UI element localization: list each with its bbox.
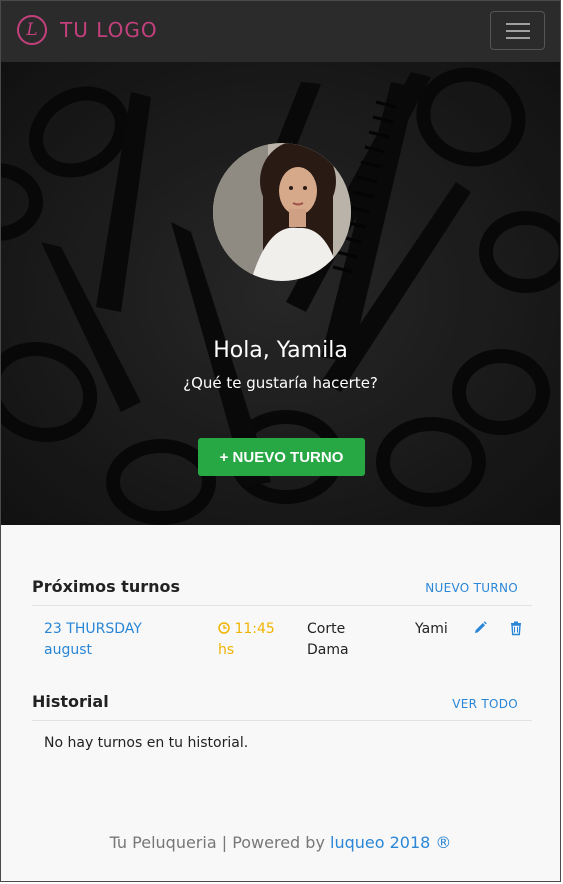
view-all-link[interactable]: VER TODO: [452, 697, 518, 711]
clock-icon: [218, 622, 230, 634]
brand[interactable]: L TU LOGO: [17, 15, 158, 45]
pencil-icon[interactable]: [472, 620, 488, 636]
new-appointment-link[interactable]: NUEVO TURNO: [425, 581, 518, 595]
appointment-date[interactable]: 23 THURSDAY august: [44, 619, 194, 661]
hero-banner: Hola, Yamila ¿Qué te gustaría hacerte? +…: [1, 62, 560, 525]
footer-text: Tu Peluqueria | Powered by: [109, 833, 331, 852]
appointment-time: 11:45 hs: [218, 621, 275, 658]
brand-name: TU LOGO: [60, 18, 158, 42]
greeting-heading: Hola, Yamila: [213, 338, 348, 363]
footer-link[interactable]: luqueo 2018 ®: [330, 833, 451, 852]
navbar: L TU LOGO: [1, 1, 560, 62]
hamburger-icon: [506, 23, 530, 25]
greeting-question: ¿Qué te gustaría hacerte?: [183, 374, 378, 392]
upcoming-title: Próximos turnos: [32, 577, 181, 596]
app-frame: L TU LOGO Hola, Yamila ¿Qué te gustaría …: [0, 0, 561, 882]
history-title: Historial: [32, 692, 109, 711]
history-empty-message: No hay turnos en tu historial.: [44, 735, 249, 751]
divider: [32, 605, 532, 606]
new-appointment-button[interactable]: + NUEVO TURNO: [198, 438, 365, 476]
trash-icon[interactable]: [508, 620, 524, 636]
logo-icon: L: [17, 15, 47, 45]
divider: [32, 720, 532, 721]
user-avatar: [213, 143, 351, 281]
appointment-service: Corte Dama: [307, 621, 349, 658]
appointment-person: Yami: [415, 621, 448, 637]
menu-toggle-button[interactable]: [490, 11, 545, 50]
footer: Tu Peluqueria | Powered by luqueo 2018 ®: [1, 833, 560, 852]
